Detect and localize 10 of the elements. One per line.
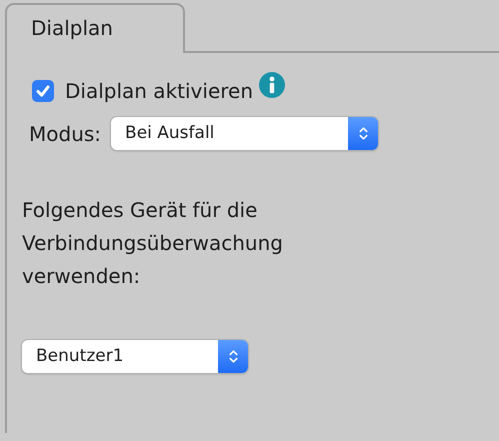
info-icon[interactable]: [259, 72, 286, 98]
mode-label: Modus:: [29, 122, 102, 146]
description-text: Folgendes Gerät für die Verbindungsüberwachung verwenden:: [22, 197, 284, 290]
up-down-arrows-icon: [358, 125, 369, 142]
up-down-arrows-icon: [228, 348, 238, 365]
checkbox[interactable]: [32, 80, 54, 102]
device-dropdown[interactable]: Benutzer1: [22, 340, 248, 373]
mode-dropdown[interactable]: Bei Ausfall: [111, 117, 378, 150]
tab[interactable]: Dialplan: [5, 3, 185, 53]
checkbox-label[interactable]: Dialplan aktivieren: [65, 79, 254, 103]
